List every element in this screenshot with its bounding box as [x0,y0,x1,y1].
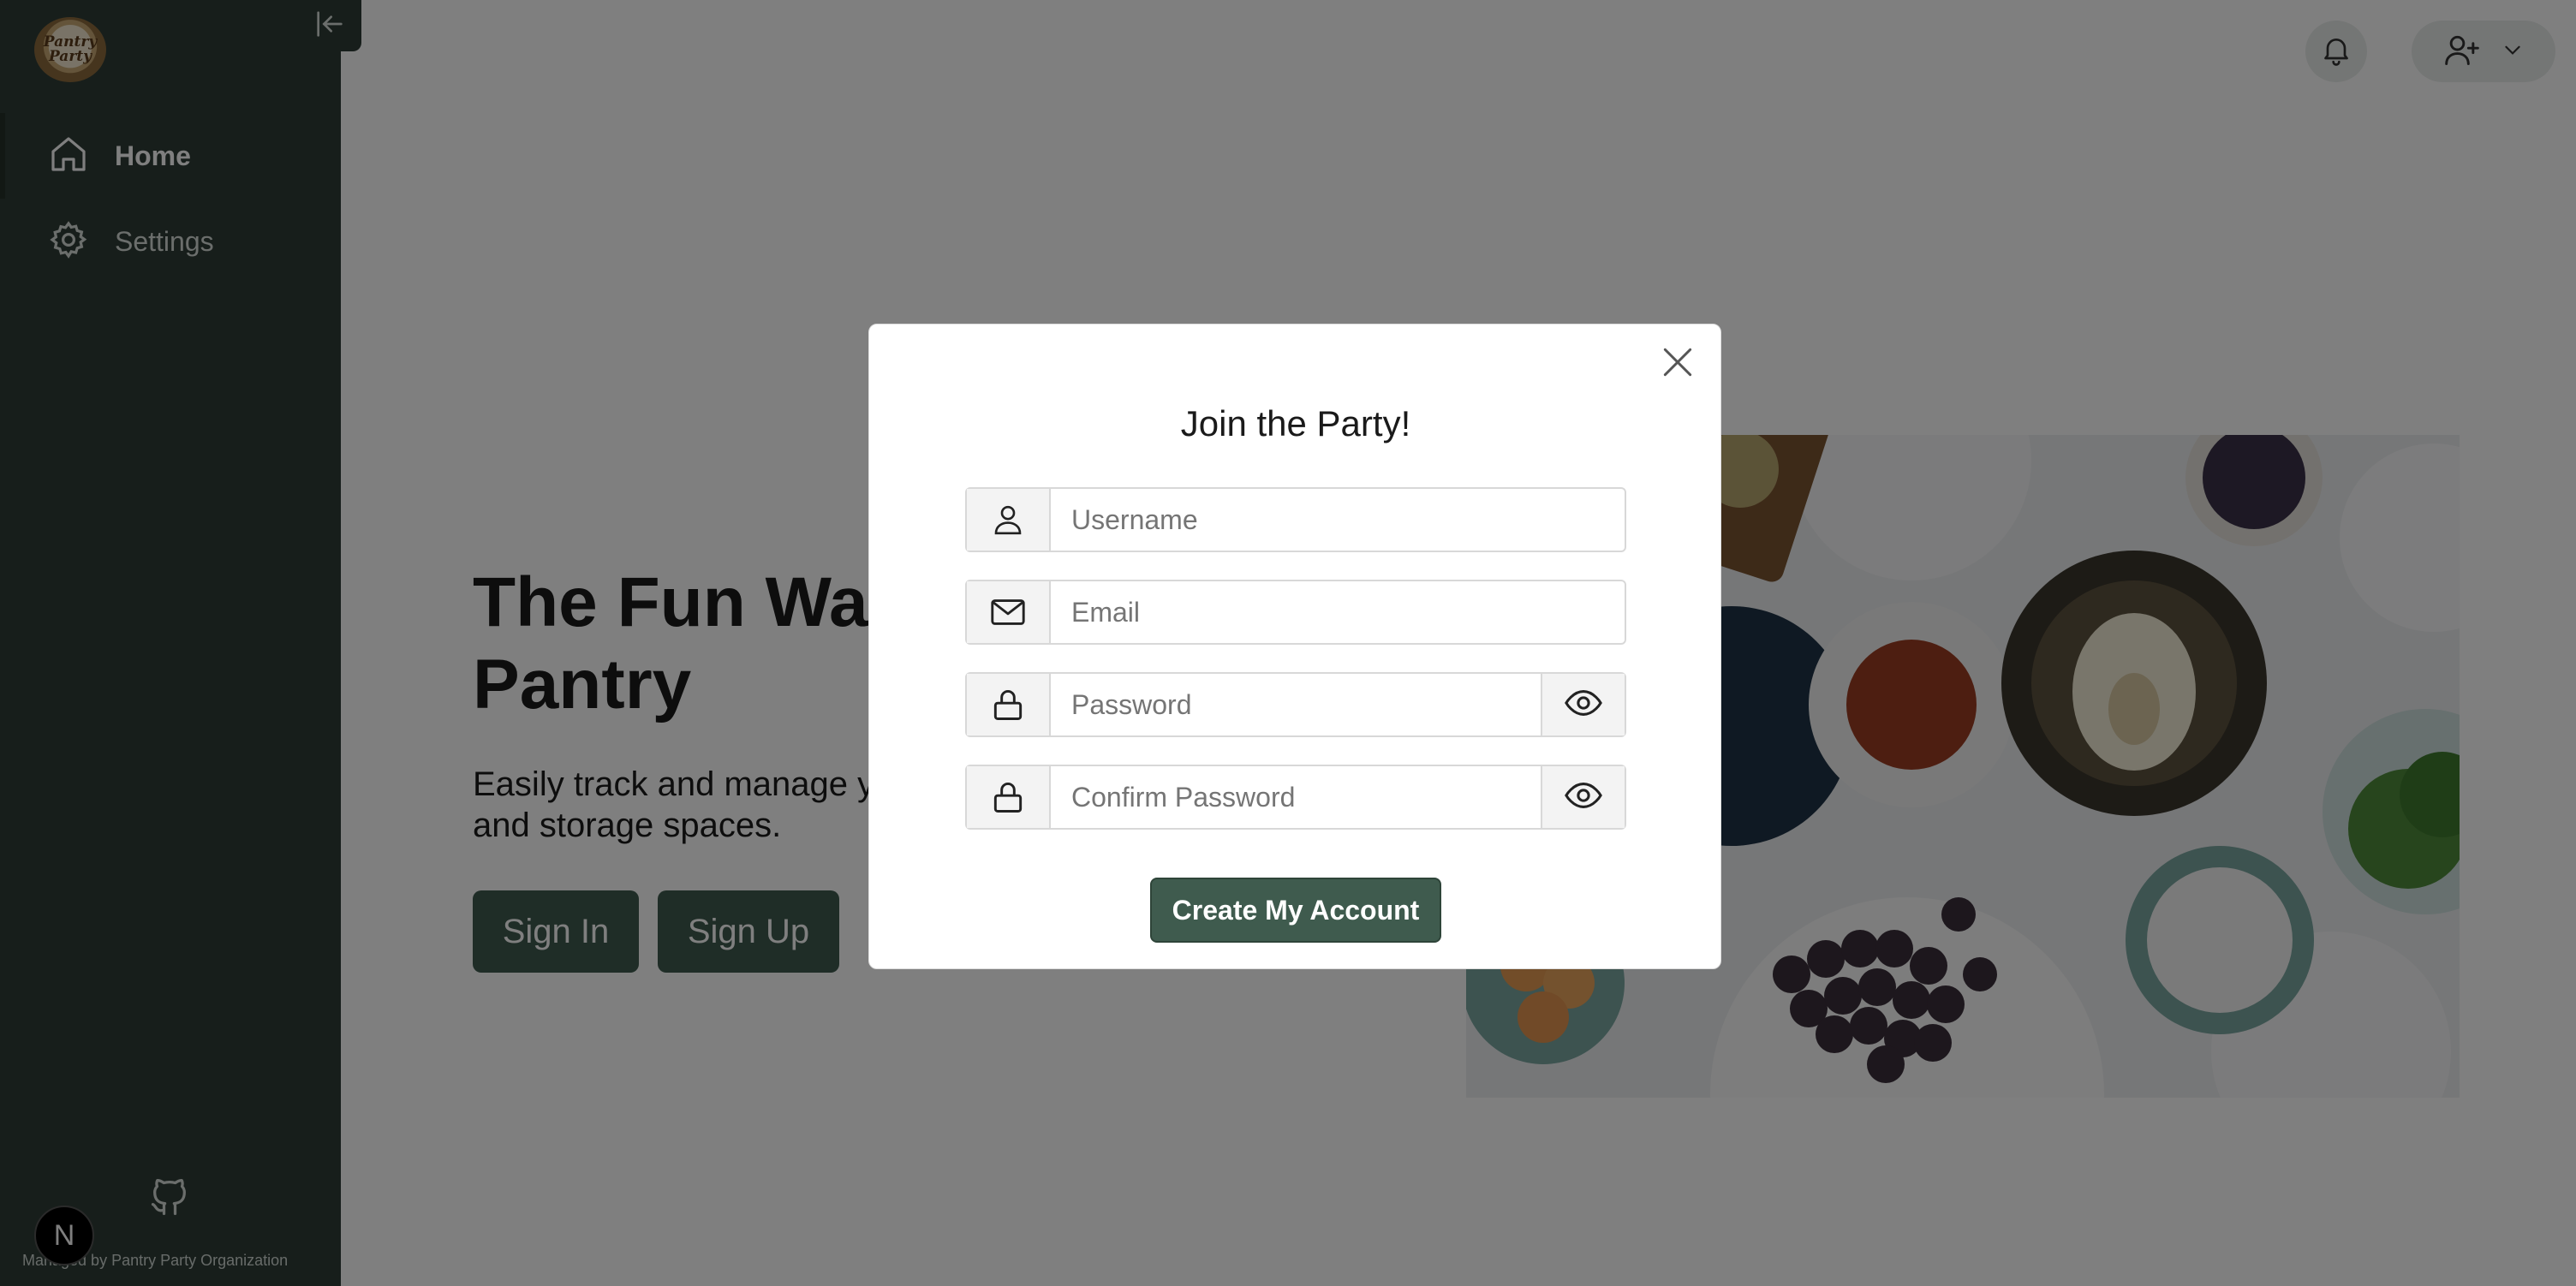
modal-title: Join the Party! [1180,403,1411,444]
username-input[interactable] [1071,503,1625,536]
email-input[interactable] [1071,596,1625,628]
show-confirm-password-button[interactable] [1541,766,1625,828]
email-field [965,580,1626,645]
lock-icon [967,674,1051,735]
user-icon [967,489,1051,551]
username-field [965,487,1626,552]
lock-icon [967,766,1051,828]
password-field [965,672,1626,737]
eye-icon [1564,683,1603,727]
eye-icon [1564,776,1603,819]
close-modal-button[interactable] [1657,343,1698,384]
mail-icon [967,581,1051,643]
signup-modal: Join the Party! Username Email Create My… [868,324,1721,969]
password-input[interactable] [1071,688,1541,721]
confirm-password-input[interactable] [1071,781,1541,813]
close-icon [1659,343,1696,385]
show-password-button[interactable] [1541,674,1625,735]
confirm-password-field [965,765,1626,830]
create-account-button[interactable]: Create My Account [1150,878,1441,943]
